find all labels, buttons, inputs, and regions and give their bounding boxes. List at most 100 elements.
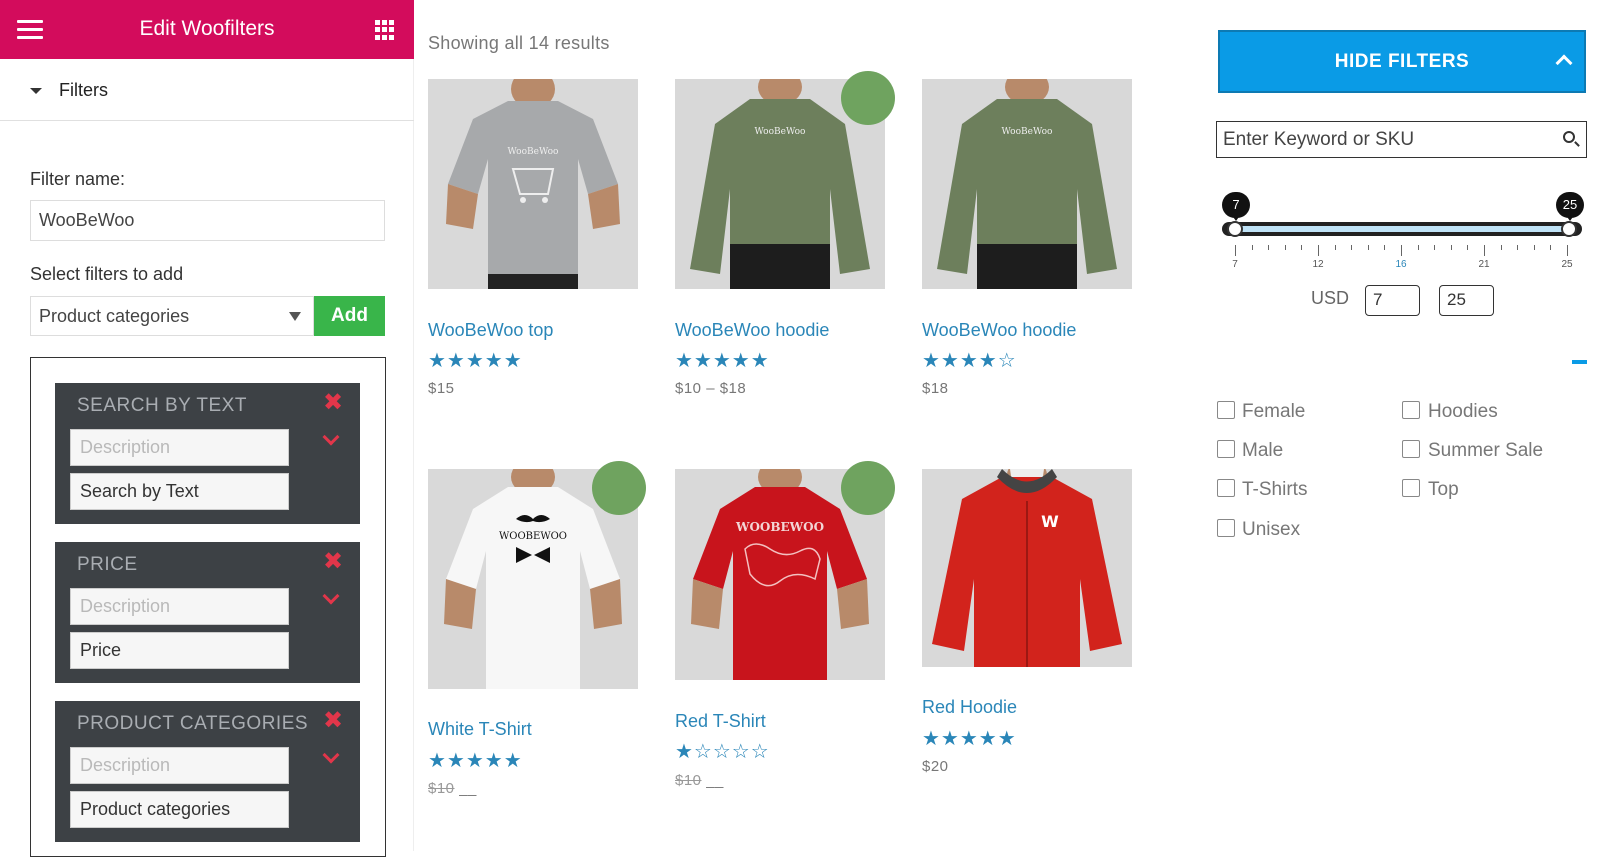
filter-card-price[interactable]: PRICE ✖ Description Price [55, 542, 360, 683]
panel-title: Edit Woofilters [139, 17, 275, 40]
currency-label: USD [1311, 288, 1350, 308]
close-icon[interactable]: ✖ [323, 709, 343, 733]
tick-major [1484, 245, 1485, 256]
tick-minor [1301, 245, 1302, 250]
tick-minor [1268, 245, 1269, 250]
checkbox-male[interactable] [1217, 440, 1235, 458]
search-icon[interactable] [1563, 131, 1575, 143]
product-price: $15 [428, 380, 455, 397]
product-name[interactable]: WooBeWoo hoodie [922, 320, 1076, 341]
select-value: Product categories [39, 306, 190, 326]
sale-badge [592, 461, 646, 515]
results-count: Showing all 14 results [428, 33, 610, 53]
product-price: $10 __ [428, 780, 477, 797]
checkbox-unisex[interactable] [1217, 519, 1235, 537]
price-min-bubble: 7 [1222, 192, 1250, 221]
checkbox-label[interactable]: Summer Sale [1428, 440, 1543, 462]
checkbox-female[interactable] [1217, 401, 1235, 419]
rating-stars: ★★★★★ [922, 728, 1017, 750]
filter-label-input[interactable]: Price [70, 632, 289, 669]
price-slider-max-handle[interactable] [1561, 221, 1577, 237]
product-price: $20 [922, 758, 949, 775]
svg-text:WooBeWoo: WooBeWoo [755, 127, 806, 137]
price-new: __ [459, 780, 477, 797]
rating-stars: ★★★★★ [428, 750, 523, 772]
tick-major [1235, 245, 1236, 256]
product-price: $18 [922, 380, 949, 397]
product-image[interactable]: WooBeWoo [922, 79, 1132, 289]
price-max-bubble: 25 [1556, 192, 1584, 221]
tick-minor [1285, 245, 1286, 250]
tick-minor [1517, 245, 1518, 250]
svg-text:WOOBEWOO: WOOBEWOO [499, 531, 567, 542]
close-icon[interactable]: ✖ [323, 391, 343, 415]
description-input[interactable]: Description [70, 747, 289, 784]
checkbox-label[interactable]: Hoodies [1428, 401, 1498, 423]
price-max-input[interactable]: 25 [1439, 285, 1494, 316]
tick-minor [1335, 245, 1336, 250]
product-image[interactable]: WooBeWoo [428, 79, 638, 289]
sale-badge [841, 461, 895, 515]
keyword-search-input[interactable]: Enter Keyword or SKU [1216, 121, 1587, 158]
checkbox-top[interactable] [1402, 479, 1420, 497]
price-min-input[interactable]: 7 [1365, 285, 1420, 316]
price-slider-range [1234, 226, 1570, 232]
hide-filters-label: HIDE FILTERS [1334, 51, 1470, 72]
close-icon[interactable]: ✖ [323, 550, 343, 574]
price-old: $10 [428, 780, 455, 797]
product-name[interactable]: WooBeWoo hoodie [675, 320, 829, 341]
checkbox-label[interactable]: Female [1242, 401, 1305, 423]
product-name[interactable]: Red T-Shirt [675, 711, 766, 732]
price-new: __ [706, 772, 724, 789]
filter-type-select[interactable]: Product categories [30, 296, 314, 336]
description-input[interactable]: Description [70, 588, 289, 625]
checkbox-label[interactable]: Male [1242, 440, 1283, 462]
section-label: Filters [59, 80, 108, 100]
chevron-down-icon[interactable] [322, 587, 340, 605]
chevron-down-icon[interactable] [322, 428, 340, 446]
tick-minor [1451, 245, 1452, 250]
tick-major [1401, 245, 1402, 256]
product-image[interactable]: W [922, 469, 1132, 667]
product-name[interactable]: White T-Shirt [428, 719, 532, 740]
filter-card-title: PRICE [77, 554, 138, 575]
product-name[interactable]: WooBeWoo top [428, 320, 553, 341]
chevron-down-icon[interactable] [322, 746, 340, 764]
tick-minor [1384, 245, 1385, 250]
product-price: $10 – $18 [675, 380, 747, 397]
apps-grid-icon[interactable] [375, 20, 395, 40]
checkbox-t-shirts[interactable] [1217, 479, 1235, 497]
add-filter-button[interactable]: Add [314, 296, 385, 336]
filter-card-categories[interactable]: PRODUCT CATEGORIES ✖ Description Product… [55, 701, 360, 842]
filter-name-input[interactable]: WooBeWoo [30, 200, 385, 241]
collapse-indicator[interactable] [1572, 360, 1587, 364]
tick-minor [1550, 245, 1551, 250]
price-slider-min-handle[interactable] [1227, 221, 1243, 237]
tick-minor [1467, 245, 1468, 250]
tick-minor [1351, 245, 1352, 250]
tick-label: 16 [1395, 259, 1407, 270]
svg-text:WOOBEWOO: WOOBEWOO [735, 520, 824, 534]
filter-card-search[interactable]: SEARCH BY TEXT ✖ Description Search by T… [55, 383, 360, 524]
tick-minor [1434, 245, 1435, 250]
checkbox-label[interactable]: Unisex [1242, 519, 1300, 541]
hide-filters-button[interactable]: HIDE FILTERS [1218, 30, 1586, 93]
checkbox-hoodies[interactable] [1402, 401, 1420, 419]
filter-label-input[interactable]: Product categories [70, 791, 289, 828]
svg-text:WooBeWoo: WooBeWoo [508, 147, 559, 157]
checkbox-label[interactable]: T-Shirts [1242, 479, 1307, 501]
rating-stars: ★☆☆☆☆ [675, 741, 770, 763]
chevron-up-icon [1555, 54, 1573, 72]
filter-label-input[interactable]: Search by Text [70, 473, 289, 510]
tick-label: 25 [1561, 259, 1573, 270]
product-name[interactable]: Red Hoodie [922, 697, 1017, 718]
tick-minor [1501, 245, 1502, 250]
rating-stars: ★★★★☆ [922, 350, 1017, 372]
checkbox-summer-sale[interactable] [1402, 440, 1420, 458]
tick-minor [1534, 245, 1535, 250]
panel-header: Edit Woofilters [0, 0, 414, 59]
description-input[interactable]: Description [70, 429, 289, 466]
filters-section-toggle[interactable]: Filters [0, 59, 414, 121]
tick-minor [1418, 245, 1419, 250]
checkbox-label[interactable]: Top [1428, 479, 1459, 501]
